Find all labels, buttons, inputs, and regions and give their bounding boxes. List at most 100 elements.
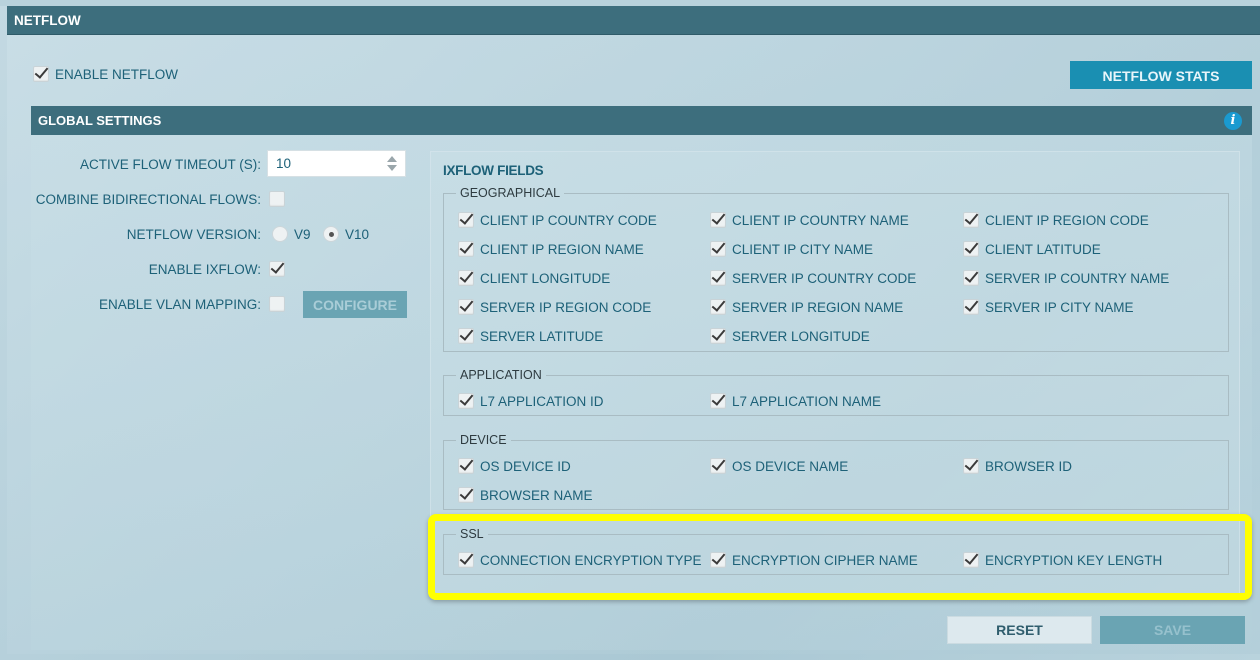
global-settings-header: GLOBAL SETTINGS i	[31, 106, 1252, 135]
enable-vlan-mapping-label: ENABLE VLAN MAPPING:	[98, 296, 261, 312]
field-checkbox[interactable]	[458, 241, 474, 257]
enable-vlan-mapping-checkbox[interactable]	[269, 296, 285, 312]
field-label: CLIENT LONGITUDE	[480, 270, 611, 286]
field-label: OS DEVICE ID	[480, 458, 571, 474]
field-checkbox[interactable]	[458, 270, 474, 286]
field-label: CLIENT LATITUDE	[985, 241, 1101, 257]
field-checkbox[interactable]	[710, 328, 726, 344]
ixflow-field-item[interactable]: CLIENT IP CITY NAME	[710, 241, 873, 257]
group-legend: SSL	[460, 527, 484, 541]
enable-ixflow-label: ENABLE IXFLOW:	[148, 261, 261, 277]
field-checkbox[interactable]	[458, 299, 474, 315]
ixflow-field-item[interactable]: SERVER IP COUNTRY NAME	[963, 270, 1169, 286]
global-settings-title: GLOBAL SETTINGS	[38, 113, 162, 128]
field-label: CLIENT IP COUNTRY NAME	[732, 212, 909, 228]
ixflow-field-item[interactable]: BROWSER ID	[963, 458, 1072, 474]
field-label: SERVER IP COUNTRY NAME	[985, 270, 1170, 286]
netflow-header: NETFLOW	[7, 6, 1260, 35]
ixflow-field-item[interactable]: CLIENT LONGITUDE	[458, 270, 610, 286]
ixflow-field-item[interactable]: SERVER IP CITY NAME	[963, 299, 1134, 315]
field-checkbox[interactable]	[710, 299, 726, 315]
v9-radio[interactable]	[272, 226, 288, 242]
ixflow-field-item[interactable]: OS DEVICE NAME	[710, 458, 848, 474]
group-legend: APPLICATION	[460, 368, 542, 382]
field-checkbox[interactable]	[458, 487, 474, 503]
ixflow-field-item[interactable]: SERVER IP REGION NAME	[710, 299, 903, 315]
field-checkbox[interactable]	[710, 241, 726, 257]
enable-netflow-checkbox[interactable]	[33, 66, 49, 82]
save-button[interactable]: SAVE	[1100, 616, 1245, 644]
ixflow-field-item[interactable]: CLIENT IP REGION NAME	[458, 241, 644, 257]
field-checkbox[interactable]	[963, 212, 979, 228]
active-flow-timeout-input[interactable]: 10	[267, 150, 406, 177]
ixflow-field-item[interactable]: L7 APPLICATION ID	[458, 393, 604, 409]
field-label: ENCRYPTION KEY LENGTH	[985, 552, 1163, 568]
ixflow-field-item[interactable]: OS DEVICE ID	[458, 458, 571, 474]
info-icon[interactable]: i	[1224, 112, 1242, 130]
field-checkbox[interactable]	[710, 270, 726, 286]
ixflow-fields-title: IXFLOW FIELDS	[443, 163, 544, 178]
netflow-stats-button[interactable]: NETFLOW STATS	[1070, 61, 1252, 89]
field-checkbox[interactable]	[963, 241, 979, 257]
field-checkbox[interactable]	[458, 458, 474, 474]
field-checkbox[interactable]	[710, 212, 726, 228]
ixflow-field-item[interactable]: SERVER LONGITUDE	[710, 328, 870, 344]
ixflow-field-item[interactable]: ENCRYPTION CIPHER NAME	[710, 552, 918, 568]
spinner-arrows-icon[interactable]	[387, 156, 397, 172]
field-label: BROWSER NAME	[480, 487, 593, 503]
field-checkbox[interactable]	[458, 552, 474, 568]
field-checkbox[interactable]	[710, 393, 726, 409]
v10-label: V10	[345, 226, 370, 242]
v10-radio[interactable]	[323, 226, 339, 242]
ixflow-field-item[interactable]: SERVER IP COUNTRY CODE	[710, 270, 916, 286]
reset-button[interactable]: RESET	[947, 616, 1092, 644]
enable-ixflow-row: ENABLE IXFLOW:	[31, 261, 261, 277]
field-checkbox[interactable]	[963, 552, 979, 568]
field-checkbox[interactable]	[963, 458, 979, 474]
ixflow-field-item[interactable]: CLIENT IP COUNTRY NAME	[710, 212, 909, 228]
field-label: SERVER IP COUNTRY CODE	[732, 270, 917, 286]
enable-netflow-label: ENABLE NETFLOW	[55, 66, 179, 82]
field-label: CLIENT IP REGION NAME	[480, 241, 644, 257]
field-label: CLIENT IP REGION CODE	[985, 212, 1149, 228]
enable-ixflow-checkbox[interactable]	[269, 261, 285, 277]
field-label: L7 APPLICATION NAME	[732, 393, 882, 409]
field-checkbox[interactable]	[458, 328, 474, 344]
field-checkbox[interactable]	[710, 458, 726, 474]
netflow-version-v9[interactable]: V9	[272, 226, 311, 242]
combine-bidirectional-row: COMBINE BIDIRECTIONAL FLOWS:	[31, 191, 261, 207]
field-label: OS DEVICE NAME	[732, 458, 849, 474]
v9-label: V9	[294, 226, 311, 242]
ixflow-field-item[interactable]: CLIENT IP COUNTRY CODE	[458, 212, 657, 228]
combine-bidirectional-checkbox[interactable]	[269, 191, 285, 207]
netflow-version-v10[interactable]: V10	[323, 226, 369, 242]
ixflow-field-item[interactable]: ENCRYPTION KEY LENGTH	[963, 552, 1162, 568]
enable-netflow-row[interactable]: ENABLE NETFLOW	[33, 66, 178, 82]
field-checkbox[interactable]	[963, 299, 979, 315]
field-label: L7 APPLICATION ID	[480, 393, 604, 409]
field-label: SERVER IP CITY NAME	[985, 299, 1134, 315]
field-checkbox[interactable]	[963, 270, 979, 286]
ixflow-field-item[interactable]: BROWSER NAME	[458, 487, 593, 503]
ixflow-field-item[interactable]: SERVER LATITUDE	[458, 328, 603, 344]
field-label: ENCRYPTION CIPHER NAME	[732, 552, 918, 568]
combine-bidirectional-label: COMBINE BIDIRECTIONAL FLOWS:	[35, 191, 261, 207]
active-flow-timeout-value: 10	[276, 156, 292, 171]
ixflow-field-item[interactable]: SERVER IP REGION CODE	[458, 299, 651, 315]
field-label: CLIENT IP CITY NAME	[732, 241, 874, 257]
netflow-version-row: NETFLOW VERSION:	[31, 226, 261, 242]
ixflow-field-item[interactable]: CLIENT IP REGION CODE	[963, 212, 1149, 228]
group-legend: GEOGRAPHICAL	[460, 186, 561, 200]
configure-button[interactable]: CONFIGURE	[303, 291, 407, 318]
field-label: BROWSER ID	[985, 458, 1073, 474]
field-checkbox[interactable]	[710, 552, 726, 568]
field-label: SERVER IP REGION CODE	[480, 299, 652, 315]
field-label: SERVER LATITUDE	[480, 328, 604, 344]
ixflow-field-item[interactable]: CONNECTION ENCRYPTION TYPE	[458, 552, 702, 568]
ixflow-field-item[interactable]: L7 APPLICATION NAME	[710, 393, 881, 409]
field-checkbox[interactable]	[458, 212, 474, 228]
field-label: SERVER IP REGION NAME	[732, 299, 904, 315]
active-flow-timeout-row: ACTIVE FLOW TIMEOUT (S):	[31, 156, 261, 172]
field-checkbox[interactable]	[458, 393, 474, 409]
ixflow-field-item[interactable]: CLIENT LATITUDE	[963, 241, 1101, 257]
